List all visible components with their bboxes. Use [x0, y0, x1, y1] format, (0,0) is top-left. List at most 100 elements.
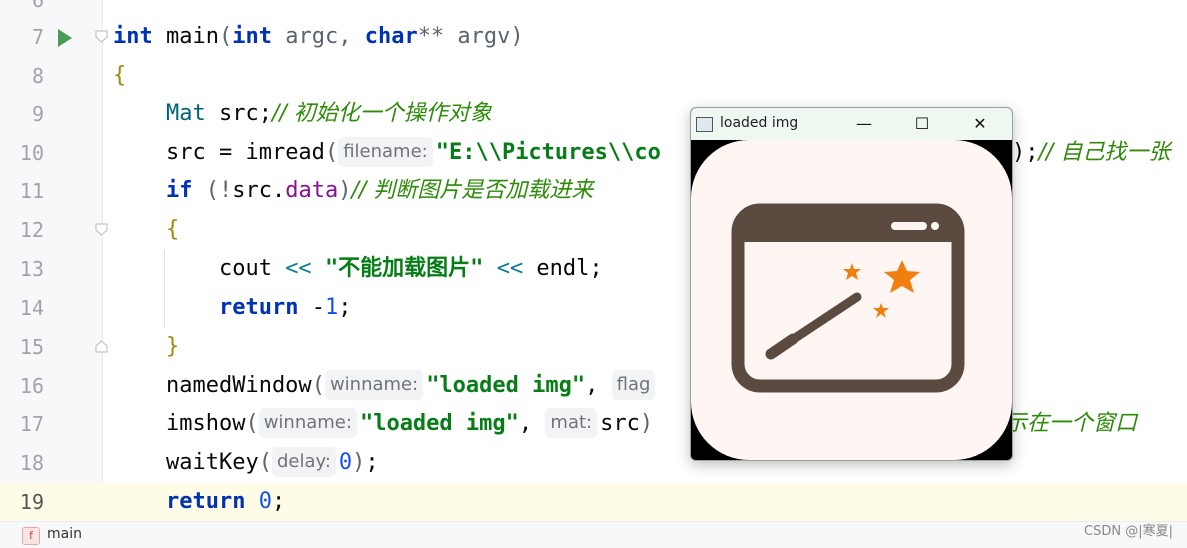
- code-text[interactable]: src = imread(filename: "E:\\Pictures\\co: [113, 134, 661, 172]
- code-token: namedWindow: [113, 373, 312, 398]
- code-token: if: [165, 178, 193, 203]
- star-icon: [884, 260, 920, 293]
- code-text[interactable]: return -1;: [113, 289, 351, 327]
- line-number: 18: [19, 451, 44, 475]
- code-token: ,: [518, 411, 546, 436]
- code-token: ,: [585, 373, 612, 398]
- line-number: 13: [19, 257, 44, 281]
- code-token: return: [218, 295, 299, 320]
- image-content: [691, 140, 1012, 460]
- window-titlebar[interactable]: loaded img — ☐ ✕: [691, 108, 1012, 140]
- code-token: src.: [232, 178, 286, 203]
- code-token: data: [285, 178, 339, 203]
- code-token: "E:\\Pictures\\co: [435, 140, 661, 165]
- code-text-tail[interactable]: );// 自己找一张: [1012, 134, 1170, 172]
- image-card: [691, 140, 1012, 460]
- line-number: 7: [31, 25, 44, 49]
- code-token: // 自己找一张: [1038, 140, 1171, 165]
- code-token: Mat: [165, 101, 206, 126]
- maximize-button[interactable]: ☐: [899, 108, 945, 140]
- code-token: 示在一个窗口: [1005, 411, 1138, 436]
- close-button[interactable]: ✕: [957, 108, 1003, 140]
- code-token: (: [245, 411, 259, 436]
- code-token: );: [1012, 140, 1039, 165]
- code-line[interactable]: 19 return 0;: [0, 483, 1187, 521]
- code-line[interactable]: 6: [0, 0, 1187, 19]
- code-token: ;: [338, 295, 352, 320]
- line-number: 15: [19, 335, 44, 359]
- fold-marker-icon[interactable]: [95, 340, 108, 353]
- line-number: 10: [19, 141, 44, 165]
- parameter-hint: filename:: [338, 137, 433, 167]
- minimize-button[interactable]: —: [841, 108, 887, 140]
- code-token: endl;: [523, 256, 603, 281]
- image-window[interactable]: loaded img — ☐ ✕: [690, 107, 1013, 461]
- code-text[interactable]: int main(int argc, char** argv): [113, 18, 524, 56]
- code-token: ): [639, 411, 654, 436]
- parameter-hint: mat:: [545, 408, 598, 438]
- fold-marker-icon[interactable]: [95, 30, 108, 43]
- parameter-hint: flag: [611, 370, 656, 400]
- code-token: argc,: [271, 24, 365, 49]
- line-number: 14: [19, 296, 44, 320]
- code-text[interactable]: namedWindow(winname: "loaded img", flag: [113, 367, 658, 405]
- run-icon[interactable]: [58, 29, 72, 47]
- code-token: src;: [205, 101, 272, 126]
- code-text[interactable]: }: [113, 328, 179, 366]
- code-token: (: [218, 24, 233, 49]
- code-text-tail[interactable]: 示在一个窗口: [1005, 405, 1137, 443]
- parameter-hint: delay:: [271, 447, 336, 477]
- code-token: }: [165, 334, 180, 359]
- code-token: 0: [338, 450, 353, 475]
- code-token: "loaded img": [426, 373, 586, 398]
- code-token: src: [600, 411, 640, 436]
- code-text[interactable]: cout << "不能加载图片" << endl;: [113, 250, 603, 288]
- code-token: waitKey: [113, 450, 259, 475]
- code-token: (: [324, 140, 339, 165]
- code-token: ;: [365, 450, 379, 475]
- code-text[interactable]: {: [113, 211, 179, 249]
- line-number: 8: [31, 64, 44, 88]
- code-token: int: [113, 24, 153, 49]
- parameter-hint: winname:: [258, 408, 357, 438]
- line-number: 11: [19, 179, 44, 203]
- fold-marker-icon[interactable]: [95, 223, 108, 236]
- code-token: ** argv): [417, 24, 524, 49]
- code-token: ): [338, 178, 352, 203]
- code-token: // 判断图片是否加载进来: [351, 178, 594, 203]
- code-text[interactable]: imshow(winname: "loaded img", mat: src): [113, 405, 653, 443]
- code-token: imshow: [113, 411, 246, 436]
- breadcrumb[interactable]: main: [47, 526, 82, 542]
- code-line[interactable]: 7 int main(int argc, char** argv): [0, 18, 1187, 56]
- code-token: src =: [113, 140, 246, 165]
- code-token: int: [232, 24, 272, 49]
- code-token: ): [352, 450, 366, 475]
- status-bar: f main: [0, 521, 1187, 548]
- code-line[interactable]: 8{: [0, 57, 1187, 95]
- code-token: (: [258, 450, 272, 475]
- window-app-icon: [696, 117, 713, 132]
- code-text[interactable]: {: [113, 57, 126, 95]
- code-token: "loaded img": [359, 411, 519, 436]
- parameter-hint: winname:: [324, 370, 424, 400]
- code-token: ;: [271, 489, 286, 514]
- code-text[interactable]: return 0;: [113, 483, 285, 521]
- code-token: 0: [258, 489, 272, 514]
- code-token: {: [165, 217, 180, 242]
- code-text[interactable]: if (!src.data)// 判断图片是否加载进来: [113, 172, 593, 210]
- code-text[interactable]: waitKey(delay: 0);: [113, 444, 379, 482]
- function-badge-icon: f: [22, 527, 40, 545]
- code-text[interactable]: Mat src;// 初始化一个操作对象: [113, 95, 492, 133]
- code-token: return: [165, 489, 246, 514]
- code-token: -: [298, 295, 325, 320]
- line-number: 9: [31, 102, 44, 126]
